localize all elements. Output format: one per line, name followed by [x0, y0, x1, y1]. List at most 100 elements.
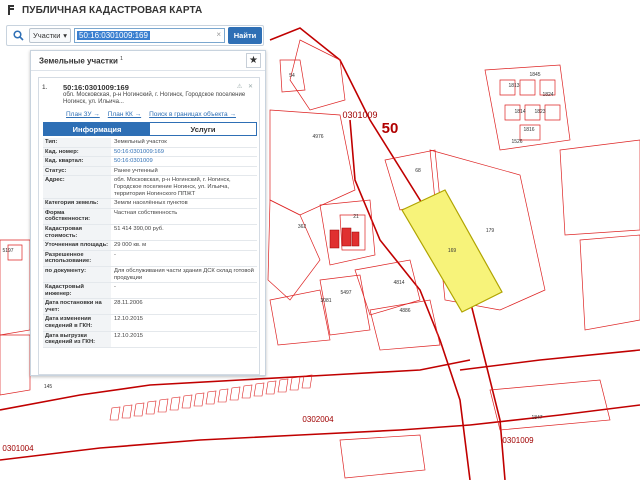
property-value: Ранее учтенный: [114, 167, 158, 174]
property-key: Кад. квартал:: [43, 157, 111, 166]
property-key: Дата постановки на учет:: [43, 299, 111, 315]
property-row: Дата выгрузки сведений из ГКН: 12.10.2015: [43, 331, 257, 348]
parcel-label: 5197: [2, 248, 13, 254]
property-value: Земельный участок: [114, 139, 167, 145]
property-key: Форма собственности:: [43, 208, 111, 224]
property-value: Для обслуживания части здания ДСК склад …: [114, 267, 254, 281]
parcel-label: 4814: [393, 280, 404, 286]
property-row: Дата изменения сведений в ГКН: 12.10.2015: [43, 315, 257, 332]
property-row: Кад. номер: 50:16:0301009:169: [43, 147, 257, 158]
property-value: Частная собственность: [114, 209, 178, 216]
parcel-label: 169: [448, 248, 457, 254]
parcel-label: 3081: [320, 298, 331, 304]
search-bar: Участки ▾ 50:16:0301009:169 × Найти: [6, 25, 264, 46]
properties-table: Тип: Земельный участок Кад. номер: 50:16:03…: [43, 138, 257, 348]
property-key: Категория земель:: [43, 199, 111, 208]
property-value: 51 414 390,00 руб.: [114, 225, 164, 232]
property-value[interactable]: 50:16:0301009: [111, 157, 257, 166]
app-header: ПУБЛИЧНАЯ КАДАСТРОВАЯ КАРТА: [0, 0, 270, 20]
result-links: План ЗУ → План КК → Поиск в границах объ…: [66, 111, 236, 118]
property-row: Уточненная площадь: 29 000 кв. м: [43, 241, 257, 251]
quarter-label: 0301009: [502, 436, 534, 445]
parcel-label: 4976: [312, 134, 323, 140]
parcel-label: 1526: [511, 139, 522, 145]
object-type-select[interactable]: Участки ▾: [29, 28, 71, 43]
plan-zu-link[interactable]: План ЗУ →: [66, 111, 100, 118]
result-cad-number[interactable]: 50:16:0301009:169: [63, 83, 129, 92]
property-value[interactable]: 50:16:0301009:169: [111, 148, 257, 157]
property-row: Кадастровая стоимость: 51 414 390,00 руб.: [43, 224, 257, 242]
quarter-label: 0301004: [2, 444, 34, 453]
property-key: Статус:: [43, 166, 111, 176]
star-icon[interactable]: ★: [246, 53, 261, 68]
property-value: -: [114, 284, 116, 291]
search-in-bounds-link[interactable]: Поиск в границах объекта →: [149, 111, 236, 118]
property-row: Кадастровый инженер: -: [43, 283, 257, 300]
info-tabs: Информация Услуги: [43, 122, 257, 136]
property-key: по документу:: [43, 266, 111, 283]
tab-info[interactable]: Информация: [44, 123, 150, 135]
parcel-label: 145: [44, 384, 53, 390]
property-key: Дата изменения сведений в ГКН:: [43, 315, 111, 331]
property-row: Дата постановки на учет: 28.11.2006: [43, 299, 257, 316]
parcel-label: 1814: [514, 109, 525, 115]
plan-kk-link[interactable]: План КК →: [108, 111, 141, 118]
property-key: Дата выгрузки сведений из ГКН:: [43, 331, 111, 347]
tab-services[interactable]: Услуги: [150, 123, 256, 135]
results-panel: Земельные участки 1 ★ 1. 50:16:0301009:1…: [30, 50, 266, 376]
result-tools-icons[interactable]: ⚠ ✕: [237, 83, 255, 90]
quarter-label: 0302004: [302, 415, 334, 424]
find-button[interactable]: Найти: [228, 27, 262, 44]
property-key: Уточненная площадь:: [43, 241, 111, 250]
parcel-label: 1813: [508, 83, 519, 89]
property-key: Тип:: [43, 138, 111, 147]
property-key: Кадастровая стоимость:: [43, 224, 111, 241]
parcel-label: 179: [486, 228, 495, 234]
property-key: Кад. номер:: [43, 147, 111, 157]
results-title: Земельные участки 1: [39, 55, 123, 66]
result-index: 1.: [42, 84, 48, 91]
property-key: Разрешенное использование:: [43, 250, 111, 266]
results-header: Земельные участки 1 ★: [31, 51, 265, 71]
parcel-label: 21: [353, 214, 359, 220]
parcel-label: 1847: [531, 415, 542, 421]
quarter-label: 0301009: [342, 110, 377, 120]
property-value: обл. Московская, р-н Ногинский, г. Ногин…: [114, 177, 231, 197]
parcel-label: 1824: [542, 92, 553, 98]
property-value: 12.10.2015: [114, 332, 144, 339]
app-title: ПУБЛИЧНАЯ КАДАСТРОВАЯ КАРТА: [22, 4, 203, 16]
property-key: Кадастровый инженер:: [43, 283, 111, 299]
property-value: 28.11.2006: [114, 300, 143, 307]
results-count: 1: [120, 55, 123, 62]
property-row: Статус: Ранее учтенный: [43, 166, 257, 177]
parcel-label: 68: [415, 168, 421, 174]
chevron-down-icon: ▾: [63, 31, 67, 40]
parcel-label: 362: [298, 224, 307, 230]
map-pin-logo-icon: [8, 5, 14, 15]
result-address: обл. Московская, р-н Ногинский, г. Ногин…: [63, 92, 246, 105]
property-row: Категория земель: Земли населённых пункто…: [43, 199, 257, 209]
search-input[interactable]: 50:16:0301009:169 ×: [74, 28, 225, 43]
result-card: 1. 50:16:0301009:169 ⚠ ✕ обл. Московская…: [38, 77, 260, 375]
property-value: 29 000 кв. м: [114, 242, 147, 249]
property-value: 12.10.2015: [114, 316, 144, 323]
object-type-label: Участки: [33, 31, 61, 40]
property-value: -: [114, 251, 116, 258]
parcel-label: 1845: [529, 72, 540, 78]
property-row: Разрешенное использование: -: [43, 250, 257, 267]
parcel-label: 1823: [534, 109, 545, 115]
parcel-label: 5497: [340, 290, 351, 296]
property-row: Кад. квартал: 50:16:0301009: [43, 157, 257, 167]
property-row: Адрес: обл. Московская, р-н Ногинский, г.…: [43, 176, 257, 200]
search-input-value: 50:16:0301009:169: [77, 31, 150, 40]
parcel-label: 54: [289, 73, 295, 79]
district-label: 50: [382, 120, 399, 137]
parcel-label: 1816: [523, 127, 534, 133]
clear-icon[interactable]: ×: [216, 30, 221, 39]
property-row: Форма собственности: Частная собственност…: [43, 208, 257, 225]
parcel-label: 4886: [399, 308, 410, 314]
property-row: Тип: Земельный участок: [43, 138, 257, 148]
property-value: Земли населённых пунктов: [114, 200, 188, 207]
property-row: по документу: Для обслуживания части здан…: [43, 266, 257, 284]
search-icon[interactable]: [7, 26, 29, 45]
